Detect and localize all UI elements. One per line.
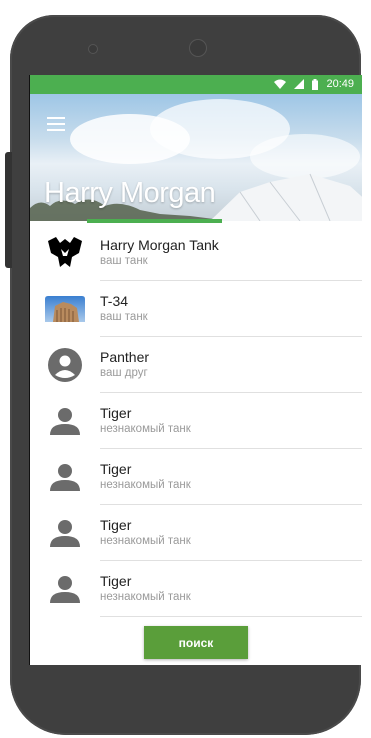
photo-thumbnail bbox=[45, 291, 85, 327]
list-item[interactable]: Tiger незнакомый танк bbox=[30, 449, 362, 505]
list-item-title: Panther bbox=[100, 349, 150, 365]
side-volume-button bbox=[5, 152, 12, 268]
list-item-subtitle: незнакомый танк bbox=[100, 591, 191, 603]
list-item-subtitle: ваш танк bbox=[100, 311, 148, 323]
header-accent-line bbox=[87, 219, 222, 223]
tank-list: Harry Morgan Tank ваш танк T-34 ваш танк bbox=[30, 225, 362, 617]
profile-name: Harry Morgan bbox=[44, 177, 216, 209]
person-icon bbox=[45, 515, 85, 551]
speaker-icon bbox=[88, 44, 98, 54]
person-icon bbox=[45, 459, 85, 495]
list-item[interactable]: T-34 ваш танк bbox=[30, 281, 362, 337]
wifi-icon bbox=[274, 79, 287, 89]
tank-emblem-icon bbox=[45, 235, 85, 271]
list-item-subtitle: незнакомый танк bbox=[100, 535, 191, 547]
list-item-subtitle: незнакомый танк bbox=[100, 479, 191, 491]
header-tent bbox=[210, 173, 362, 221]
person-icon bbox=[45, 571, 85, 607]
list-item-title: Tiger bbox=[100, 405, 132, 421]
list-item[interactable]: Tiger незнакомый танк bbox=[30, 393, 362, 449]
search-button[interactable]: поиск bbox=[144, 626, 248, 659]
status-time: 20:49 bbox=[326, 78, 354, 90]
list-divider bbox=[100, 616, 362, 617]
list-item-title: T-34 bbox=[100, 293, 129, 309]
profile-header: Harry Morgan bbox=[30, 94, 362, 221]
list-item-subtitle: ваш танк bbox=[100, 255, 148, 267]
list-item[interactable]: Panther ваш друг bbox=[30, 337, 362, 393]
battery-icon bbox=[312, 78, 319, 90]
status-bar: 20:49 bbox=[30, 75, 362, 94]
list-item-subtitle: незнакомый танк bbox=[100, 423, 191, 435]
list-item[interactable]: Tiger незнакомый танк bbox=[30, 561, 362, 617]
signal-icon bbox=[294, 79, 305, 89]
list-item-subtitle: ваш друг bbox=[100, 367, 148, 379]
hamburger-menu-icon[interactable] bbox=[47, 117, 65, 131]
list-item-title: Tiger bbox=[100, 517, 132, 533]
account-circle-icon bbox=[45, 347, 85, 383]
list-item-title: Harry Morgan Tank bbox=[100, 237, 219, 253]
camera-icon bbox=[189, 39, 207, 57]
app-screen: 20:49 Harry Morgan Harry Morgan Tank ваш… bbox=[29, 75, 362, 665]
list-item[interactable]: Harry Morgan Tank ваш танк bbox=[30, 225, 362, 281]
list-item-title: Tiger bbox=[100, 573, 132, 589]
person-icon bbox=[45, 403, 85, 439]
list-item-title: Tiger bbox=[100, 461, 132, 477]
list-item[interactable]: Tiger незнакомый танк bbox=[30, 505, 362, 561]
